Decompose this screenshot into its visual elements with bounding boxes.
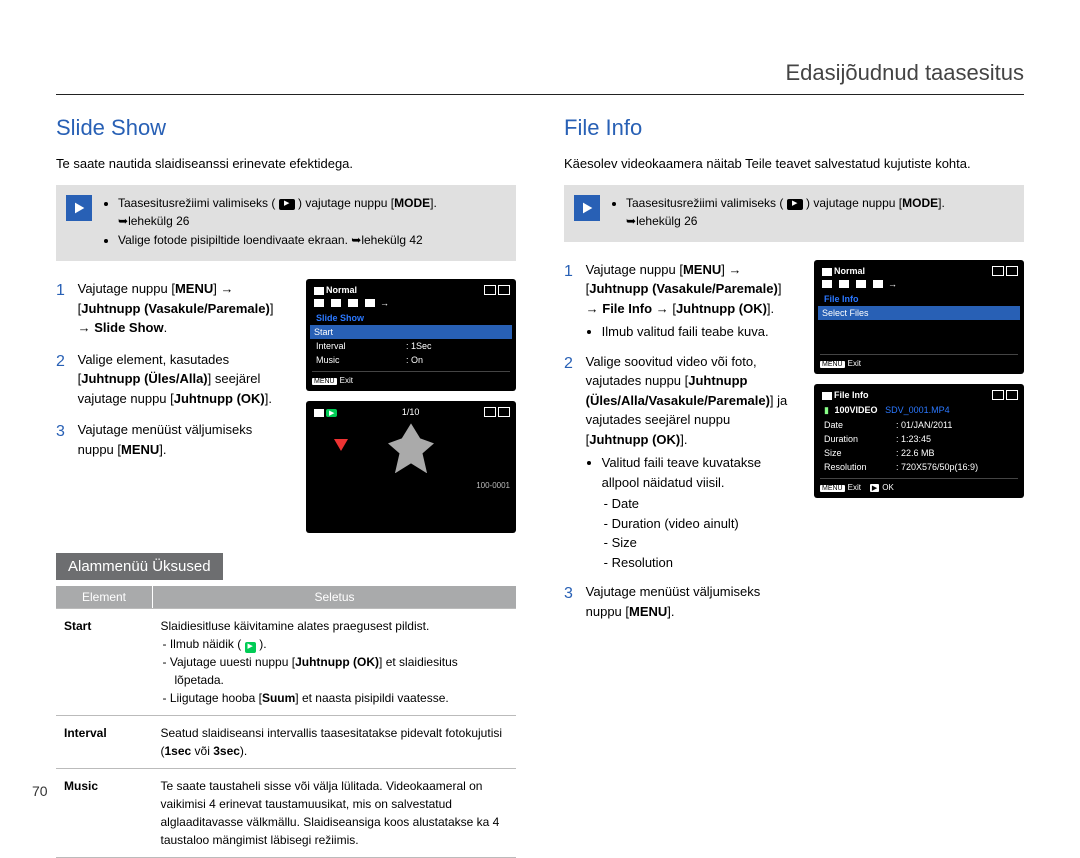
tip-list: Taasesitusrežiimi valimiseks ( ▶ ) vajut… <box>102 195 437 251</box>
step-2: 2 Valige element, kasutades [Juhtnupp (Ü… <box>56 350 288 409</box>
table-row: Interval Seatud slaidiseansi intervallis… <box>56 716 516 769</box>
step-3: 3 Vajutage menüüst väljumiseks nuppu [ME… <box>564 582 796 621</box>
intro-text: Käesolev videokaamera näitab Teile teave… <box>564 155 1024 173</box>
lcd-fileinfo-detail: File Info ▮ 100VIDEO SDV_0001.MP4 Date: … <box>814 384 1024 498</box>
map-marker-icon <box>334 439 348 451</box>
lcd-menu-slideshow: Normal → Slide Show Start Interval: 1Sec… <box>306 279 516 391</box>
step-1: 1 Vajutage nuppu [MENU] → [Juhtnupp (Vas… <box>564 260 796 342</box>
left-column: Slide Show Te saate nautida slaidiseanss… <box>56 115 516 858</box>
step-3: 3 Vajutage menüüst väljumiseks nuppu [ME… <box>56 420 288 459</box>
playback-mode-icon <box>574 195 600 221</box>
submenu-table: ElementSeletus Start Slaidiesitluse käiv… <box>56 586 516 858</box>
step-2: 2 Valige soovitud video või foto, vajuta… <box>564 352 796 573</box>
mode-rect-icon: ▶ <box>279 199 295 210</box>
photo-silhouette <box>388 423 434 473</box>
slideshow-indicator-icon: ▶ <box>245 642 256 653</box>
lcd-playback-slideshow: ▶1/10 100-0001 <box>306 401 516 533</box>
table-row: Music Te saate taustaheli sisse või välj… <box>56 769 516 858</box>
tip-box: Taasesitusrežiimi valimiseks ( ▶ ) vajut… <box>56 185 516 261</box>
right-column: File Info Käesolev videokaamera näitab T… <box>564 115 1024 858</box>
step-1: 1 Vajutage nuppu [MENU] → [Juhtnupp (Vas… <box>56 279 288 338</box>
mode-rect-icon: ▶ <box>787 199 803 210</box>
section-title-slideshow: Slide Show <box>56 115 516 141</box>
page-number: 70 <box>32 783 48 799</box>
page-header: Edasijõudnud taasesitus <box>56 32 1024 95</box>
lcd-menu-fileinfo: Normal → File Info Select Files MENUExit <box>814 260 1024 374</box>
intro-text: Te saate nautida slaidiseanssi erinevate… <box>56 155 516 173</box>
section-title-fileinfo: File Info <box>564 115 1024 141</box>
submenu-heading: Alammenüü Üksused <box>56 553 223 580</box>
table-row: Start Slaidiesitluse käivitamine alates … <box>56 609 516 716</box>
tip-box: Taasesitusrežiimi valimiseks ( ▶ ) vajut… <box>564 185 1024 242</box>
playback-mode-icon <box>66 195 92 221</box>
